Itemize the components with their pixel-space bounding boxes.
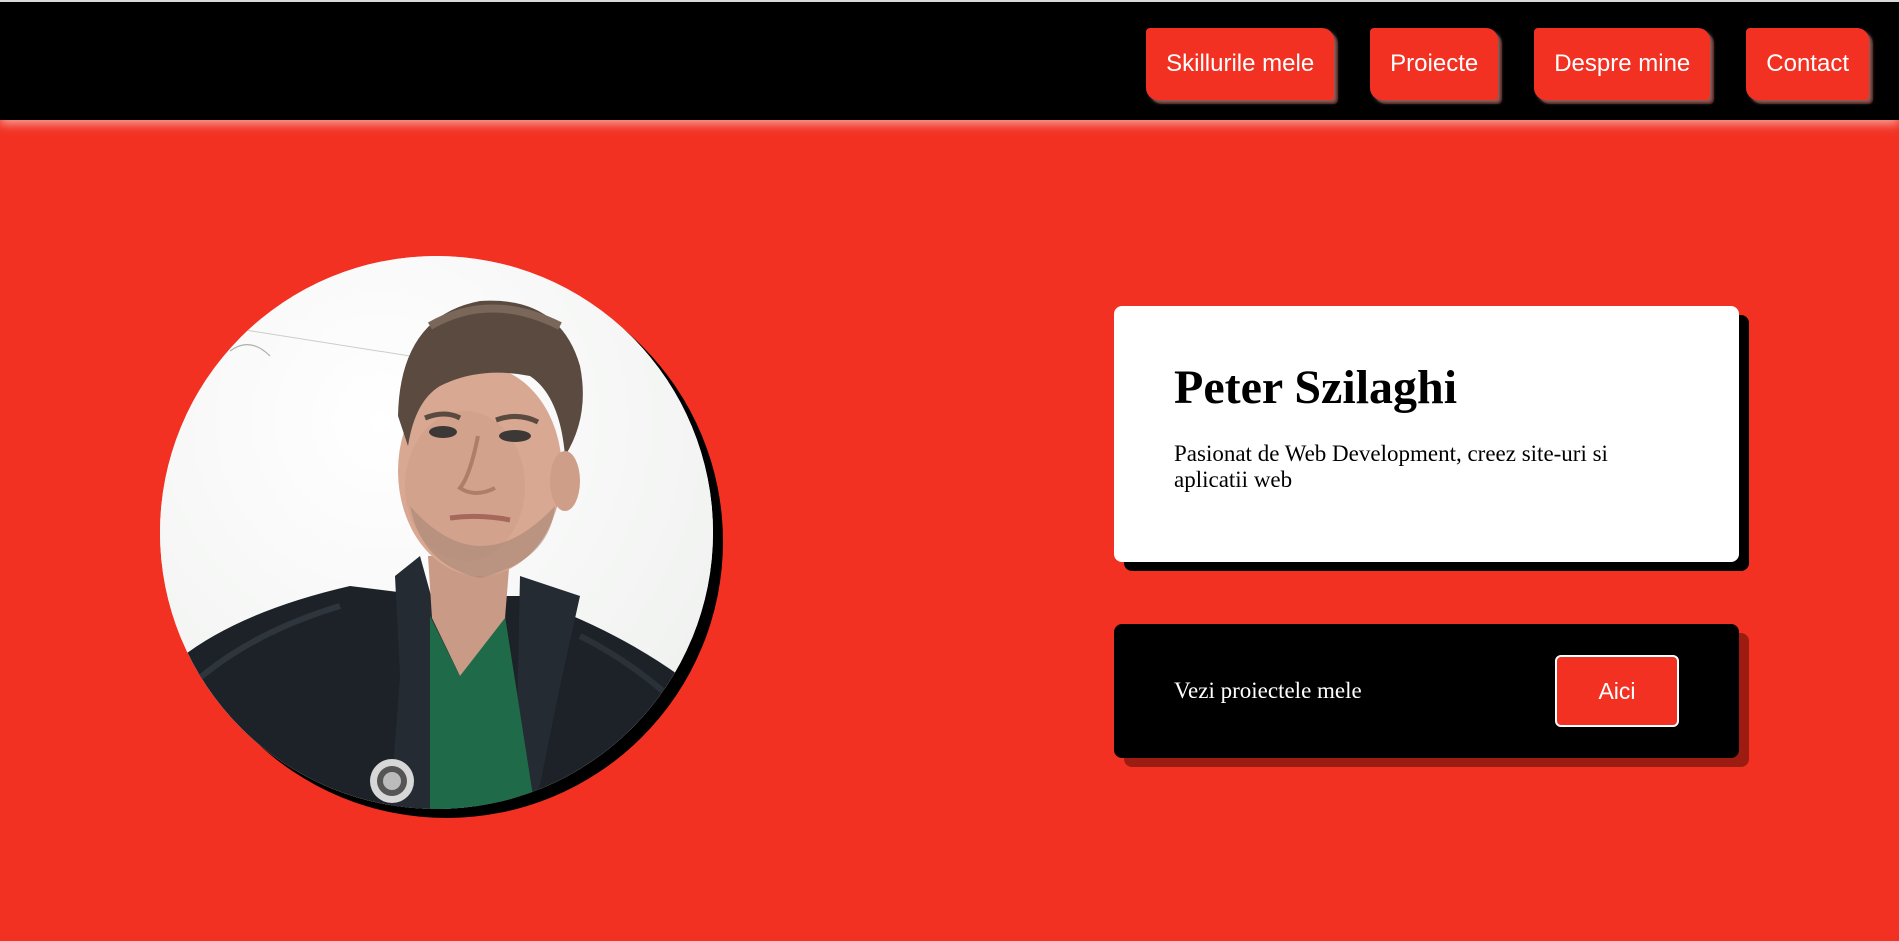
nav-skills-button[interactable]: Skillurile mele bbox=[1146, 28, 1335, 100]
nav-projects-button[interactable]: Proiecte bbox=[1370, 28, 1499, 100]
main-nav: Skillurile mele Proiecte Despre mine Con… bbox=[1146, 28, 1869, 100]
cta-button[interactable]: Aici bbox=[1555, 655, 1679, 727]
nav-contact-button[interactable]: Contact bbox=[1746, 28, 1869, 100]
nav-about-button[interactable]: Despre mine bbox=[1534, 28, 1711, 100]
top-navigation-bar: Skillurile mele Proiecte Despre mine Con… bbox=[0, 0, 1899, 120]
profile-tagline: Pasionat de Web Development, creez site-… bbox=[1174, 440, 1608, 493]
profile-photo bbox=[160, 256, 713, 809]
profile-photo-illustration bbox=[160, 256, 713, 809]
projects-cta: Vezi proiectele mele Aici bbox=[1114, 624, 1739, 758]
intro-card: Peter Szilaghi Pasionat de Web Developme… bbox=[1114, 306, 1739, 562]
profile-name: Peter Szilaghi bbox=[1174, 361, 1458, 414]
cta-text: Vezi proiectele mele bbox=[1174, 678, 1362, 703]
